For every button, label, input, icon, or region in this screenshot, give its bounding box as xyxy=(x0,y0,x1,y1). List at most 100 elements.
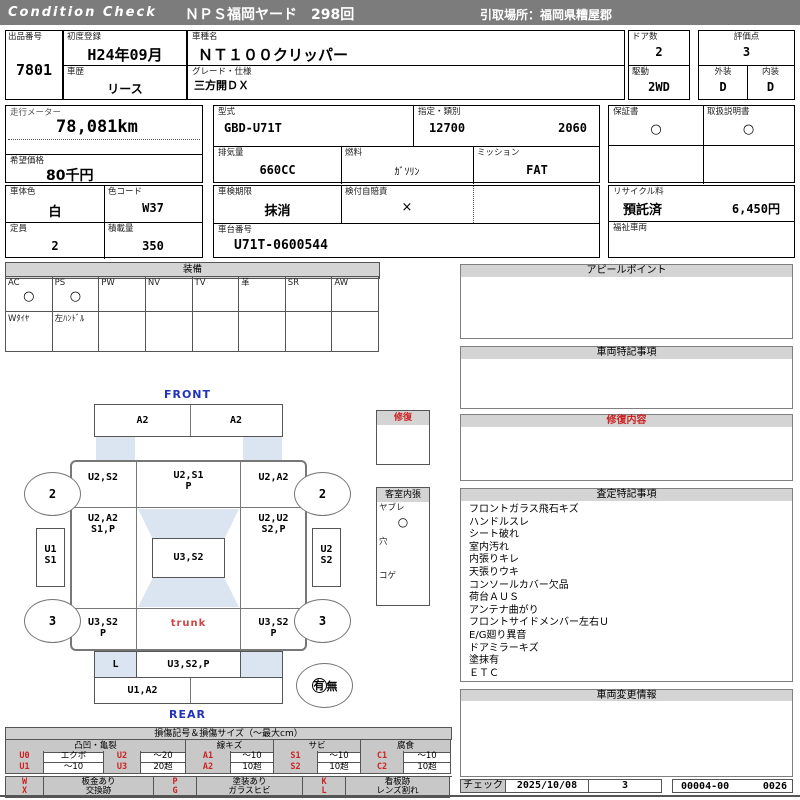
displacement-label: 排気量 xyxy=(218,148,244,158)
wheel-front-right: 2 xyxy=(294,472,351,516)
doors-drive-box: ドア数 2 駆動 2WD xyxy=(628,30,690,100)
assessment-item: 荷台ＡＵＳ xyxy=(469,592,519,604)
chassis-value: U71T-0600544 xyxy=(234,238,328,253)
auction-title: ＮＰＳ福岡ヤード 298回 xyxy=(185,7,355,23)
exterior-label: 外装 xyxy=(714,67,732,77)
auction-condition-sheet: Condition Check ＮＰＳ福岡ヤード 298回 引取場所：福岡県糟屋… xyxy=(0,0,800,800)
manual-label: 取扱説明書 xyxy=(707,107,750,117)
vehicle-notes-body xyxy=(460,359,793,409)
presence-badge: 有無 xyxy=(296,663,353,708)
odometer-price-box: 走行メーター 78,081km 希望価格 80千円 xyxy=(5,105,203,184)
rear-bumper-box: U1,A2 xyxy=(94,677,283,704)
bottom-divider xyxy=(0,795,800,797)
color-code-label: 色コード xyxy=(108,187,143,197)
lower-mid-cell: U3,S2,P xyxy=(136,651,241,678)
warranty-label: 保証書 xyxy=(613,107,639,117)
lower-left-cell: L xyxy=(94,651,137,678)
front-label: FRONT xyxy=(163,388,212,401)
odometer-value: 78,081km xyxy=(56,117,138,137)
appeal-title: アピールポイント xyxy=(460,264,793,278)
registration-box: 初度登録 H24年09月 車歴 リース xyxy=(63,30,187,100)
assessment-item: 天張りウキ xyxy=(469,566,519,578)
insurance-label: 検付自賠責 xyxy=(345,187,388,197)
windshield-shade xyxy=(138,509,239,540)
body-color-label: 車体色 xyxy=(10,187,36,197)
lower-right-cell xyxy=(240,651,283,678)
welfare-label: 福祉車両 xyxy=(613,223,648,233)
chassis-label: 車台番号 xyxy=(218,225,253,235)
row2-left-code: U2,A2 S1,P xyxy=(87,513,119,535)
doors-value: 2 xyxy=(655,45,663,59)
cabin-title: 客室内張 xyxy=(376,487,430,503)
spec-box: 型式 GBD-U71T 指定・類別 12700 2060 排気量 660CC 燃… xyxy=(213,105,600,184)
rear-window-shade xyxy=(138,577,239,607)
odometer-label: 走行メーター xyxy=(10,108,62,118)
repair-mini-title: 修復 xyxy=(376,410,430,426)
legend-row2: U1 ～10 U3 20超 A2 10超 S2 10超 C2 10超 xyxy=(5,762,452,774)
equipment-row2: Wﾀｲﾔ 左ﾊﾝﾄﾞﾙ xyxy=(5,311,379,352)
assessment-item: コンソールカバー欠品 xyxy=(469,579,569,591)
assessment-item: ドアミラーキズ xyxy=(469,642,539,654)
load-label: 積載量 xyxy=(108,224,134,234)
equipment-cell-pw: PW xyxy=(99,276,146,311)
check-value: 3 xyxy=(588,779,662,793)
wheel-rear-left: 3 xyxy=(24,599,81,643)
inspection-label: 車検期限 xyxy=(218,187,253,197)
insurance-mark: × xyxy=(401,200,413,215)
repair-detail-title: 修復内容 xyxy=(460,414,793,428)
bonnet-box: A2 A2 xyxy=(94,404,283,437)
pillar-shade-right xyxy=(243,437,282,461)
repair-mini-body xyxy=(376,425,430,465)
fuel-label: 燃料 xyxy=(345,148,363,158)
mission-label: ミッション xyxy=(477,148,520,158)
model-name-value: ＮＴ１００クリッパー xyxy=(198,46,349,64)
lot-value: 7801 xyxy=(15,61,53,79)
color-capacity-box: 車体色 白 色コード W37 定員 2 積載量 350 xyxy=(5,185,203,259)
check-date: 2025/10/08 xyxy=(505,779,589,793)
recycle-label: リサイクル料 xyxy=(613,187,664,197)
documents-box: 保証書 ○ 取扱説明書 ○ xyxy=(608,105,795,184)
load-value: 350 xyxy=(142,239,164,253)
first-reg-value: H24年09月 xyxy=(87,46,163,64)
bonnet-right-code: A2 xyxy=(229,415,243,426)
assessment-item: フロントガラス飛石キズ xyxy=(469,504,579,515)
roof-box: U3,S2 xyxy=(152,538,225,578)
type-class-value1: 12700 xyxy=(429,121,466,135)
wheel-rear-right: 3 xyxy=(294,599,351,643)
check-label: チェック xyxy=(460,779,506,793)
roof-code: U3,S2 xyxy=(173,552,204,563)
assessment-item: 内張りキレ xyxy=(469,554,519,566)
equipment-cell-leather: 革 xyxy=(239,276,286,311)
row2-right-code: U2,U2 S2,P xyxy=(258,513,289,535)
capacity-value: 2 xyxy=(51,239,59,253)
interior-label: 内装 xyxy=(761,67,779,77)
type-class-label: 指定・類別 xyxy=(418,107,461,117)
legend-row1: U0 エクボ U2 ～20 A1 ～10 S1 ～10 C1 ～10 xyxy=(5,751,452,763)
pillar-shade-left xyxy=(96,437,135,461)
assessment-item: フロントサイドメンバー左右Ｕ xyxy=(469,617,609,629)
body-color-value: 白 xyxy=(48,205,62,220)
equipment-cell-aw: AW xyxy=(332,276,379,311)
recycle-welfare-box: リサイクル料 預託済 6,450円 福祉車両 xyxy=(608,185,795,258)
appeal-body xyxy=(460,277,793,339)
model-code-label: 型式 xyxy=(218,107,236,117)
capacity-label: 定員 xyxy=(10,224,28,234)
score-label: 評価点 xyxy=(733,32,760,42)
price-label: 希望価格 xyxy=(10,156,45,166)
equipment-cell-sr: SR xyxy=(285,276,333,311)
row1-right-code: U2,A2 xyxy=(258,472,289,483)
repair-detail-body xyxy=(460,427,793,481)
inspection-value: 抹消 xyxy=(264,204,291,219)
warranty-mark: ○ xyxy=(650,122,662,137)
equipment-row1: AC ○ PS ○ PW NV TV 革 SR AW xyxy=(5,276,379,312)
presence-yes: 有 xyxy=(311,678,327,693)
score-box: 評価点 3 外装 D 内装 D xyxy=(698,30,795,100)
displacement-value: 660CC xyxy=(259,163,296,177)
interior-value: D xyxy=(766,80,775,94)
recycle-status: 預託済 xyxy=(623,203,663,218)
assessment-item: ハンドルスレ xyxy=(469,516,529,528)
mission-value: FAT xyxy=(526,163,548,177)
exterior-value: D xyxy=(719,80,727,94)
score-value: 3 xyxy=(742,45,751,59)
grade-label: グレード・仕様 xyxy=(192,67,252,77)
